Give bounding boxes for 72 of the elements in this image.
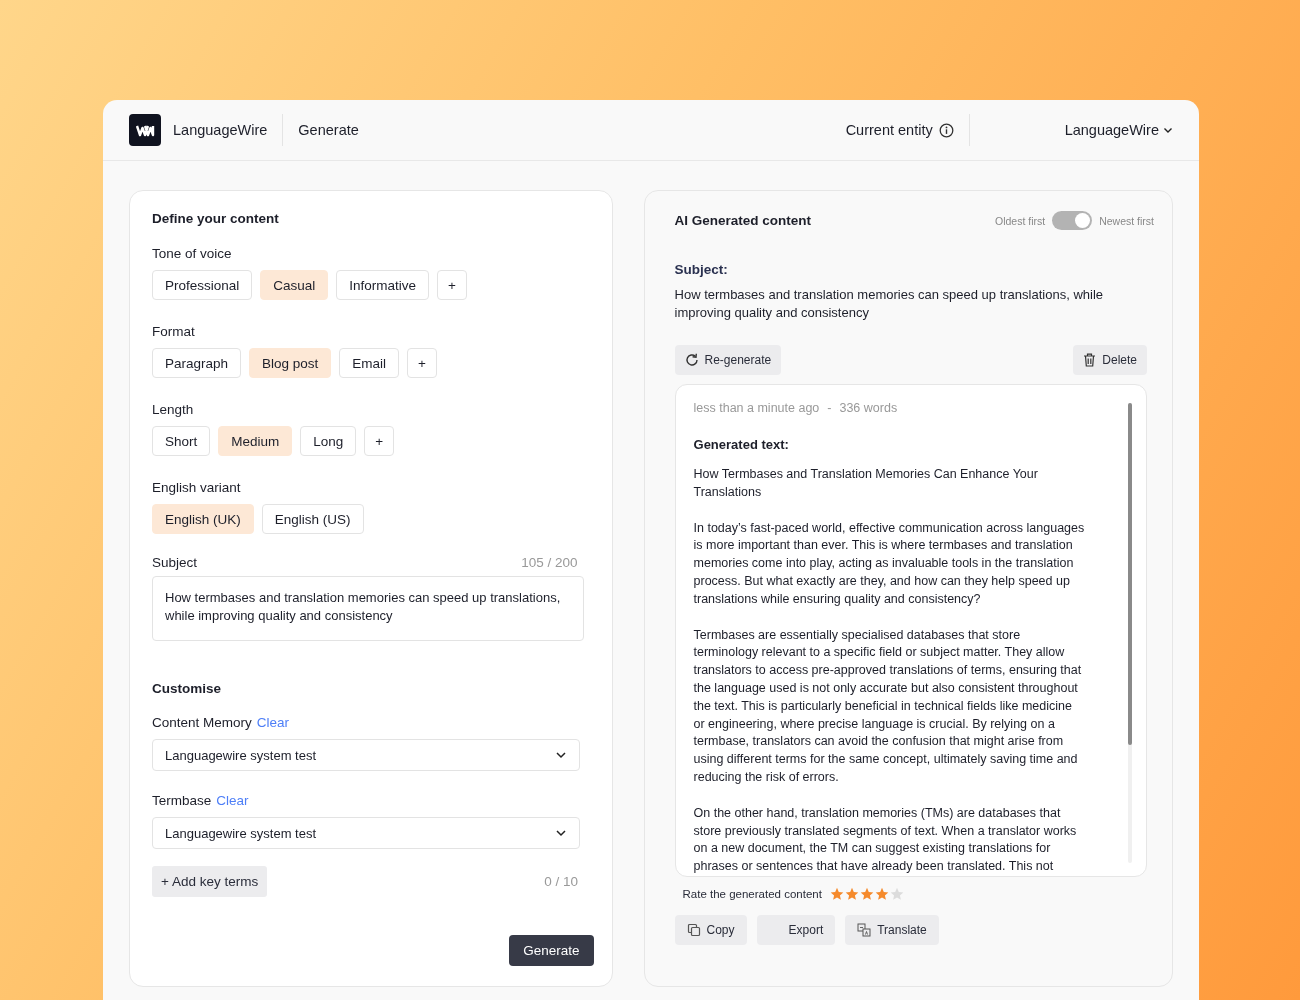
- field-label: Format: [152, 324, 196, 339]
- subject-textarea[interactable]: How termbases and translation memories can speed up translations, while improving quality and consistency: [152, 576, 584, 641]
- text-heading: Generated text:: [693, 437, 789, 452]
- option-chip[interactable]: Long: [300, 426, 357, 456]
- option-chip[interactable]: Medium: [218, 426, 293, 456]
- separator: -: [827, 401, 832, 415]
- copy-button[interactable]: Copy: [674, 915, 747, 945]
- sort-toggle[interactable]: [1052, 211, 1093, 230]
- option-chip[interactable]: Informative: [336, 270, 430, 300]
- sort-label: Newest first: [1099, 214, 1154, 227]
- option-chip[interactable]: Short: [152, 426, 211, 456]
- section-title: Customise: [152, 681, 222, 696]
- field-label: English variant: [152, 480, 242, 495]
- nav-link[interactable]: Generate: [298, 122, 359, 138]
- subject-heading: Subject:: [674, 262, 728, 277]
- export-button[interactable]: Export: [756, 915, 836, 945]
- option-chip[interactable]: Email: [339, 348, 400, 378]
- star-icon[interactable]: [844, 887, 859, 901]
- star-icon[interactable]: [859, 887, 874, 901]
- clear-link[interactable]: Clear: [216, 793, 249, 808]
- chevron-down-icon: [555, 827, 567, 839]
- select-value: Languagewire system test: [165, 747, 317, 763]
- section-title: Define your content: [152, 211, 279, 226]
- add-option-button[interactable]: +: [437, 270, 467, 300]
- chevron-down-icon: [1163, 125, 1173, 135]
- select-dropdown[interactable]: Languagewire system test: [152, 817, 580, 849]
- field-label: Tone of voice: [152, 246, 233, 261]
- translate-button[interactable]: Translate: [845, 915, 939, 945]
- field-label: Termbase: [152, 793, 212, 808]
- option-chip[interactable]: Paragraph: [152, 348, 242, 378]
- field-label: Content Memory: [152, 715, 252, 730]
- option-chip[interactable]: Casual: [260, 270, 329, 300]
- rating-label: Rate the generated content: [682, 888, 822, 900]
- account-dropdown[interactable]: LanguageWire: [1064, 122, 1173, 138]
- generated-paragraph: Termbases are essentially specialised databases that store terminology relevant to a specific field or subject matter. They allow translators to access pre-approved translations of terms, ensuring that the language used is not only accurate but also consistent throughout the text. This is particularly beneficial in technical fields like medicine or engineering, where precise language is crucial. By relying on a termbase, translators can avoid the confusion that might arise from using different terms for the same concept, ultimately saving time and reducing the risk of errors.: [693, 626, 1083, 786]
- word-count: 336 words: [839, 401, 898, 415]
- regenerate-button[interactable]: Re-generate: [674, 345, 782, 375]
- timestamp: less than a minute ago: [693, 401, 820, 415]
- select-dropdown[interactable]: Languagewire system test: [152, 739, 580, 771]
- panel-title: AI Generated content: [674, 213, 812, 228]
- add-option-button[interactable]: +: [407, 348, 437, 378]
- generated-paragraph: On the other hand, translation memories (TMs) are databases that store previously translated segments of text. When a translator works on a new document, the TM can suggest existing translations for phrases or sentences that have already been translated. This not: [693, 804, 1078, 876]
- delete-button[interactable]: Delete: [1073, 345, 1147, 375]
- logo-icon: [129, 114, 161, 146]
- add-option-button[interactable]: +: [364, 426, 395, 456]
- info-icon[interactable]: [938, 122, 954, 138]
- sort-label: Oldest first: [994, 214, 1046, 227]
- generated-paragraph: In today’s fast-paced world, effective communication across languages is more important than ever. This is where termbases and translation memories come into play, acting as invaluable tools in the translation process. But what exactly are they, and how can they help speed up translations while ensuring quality and consistency?: [693, 519, 1086, 608]
- refresh-icon: [684, 353, 699, 367]
- subject-text: How termbases and translation memories can speed up translations, while improving quality and consistency: [674, 286, 1104, 322]
- star-icon[interactable]: [889, 887, 904, 901]
- field-label: Subject: [152, 555, 198, 570]
- trash-icon: [1083, 353, 1097, 367]
- chevron-down-icon: [555, 749, 567, 761]
- clear-link[interactable]: Clear: [256, 715, 290, 730]
- terms-count: 0 / 10: [544, 874, 578, 889]
- character-count: 105 / 200: [521, 555, 578, 570]
- copy-icon: [686, 923, 701, 937]
- field-label: Length: [152, 402, 195, 417]
- option-chip[interactable]: Professional: [152, 270, 253, 300]
- star-icon[interactable]: [874, 887, 889, 901]
- translate-icon: [857, 923, 872, 937]
- generate-button[interactable]: Generate: [509, 935, 594, 966]
- option-chip[interactable]: English (UK): [152, 504, 254, 534]
- generated-paragraph: How Termbases and Translation Memories Can Enhance Your Translations: [693, 466, 1039, 501]
- select-value: Languagewire system test: [165, 825, 317, 841]
- star-icon[interactable]: [829, 887, 844, 901]
- brand-name: LanguageWire: [173, 122, 268, 138]
- option-chip[interactable]: English (US): [261, 504, 364, 534]
- entity-label: Current entity: [845, 122, 933, 138]
- add-key-terms-button[interactable]: + Add key terms: [152, 866, 268, 897]
- option-chip[interactable]: Blog post: [249, 348, 332, 378]
